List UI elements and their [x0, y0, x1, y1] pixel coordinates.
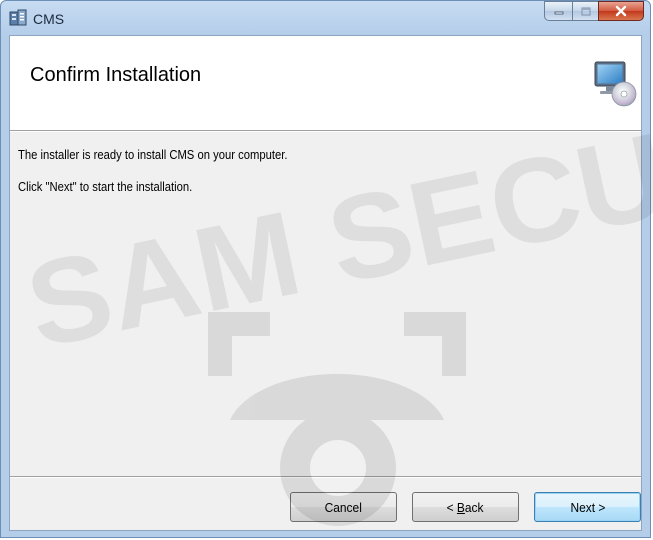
instruction-message: Click "Next" to start the installation.: [18, 180, 193, 194]
dialog-client-area: Confirm Installation The installer is re…: [9, 35, 642, 531]
button-bar: Cancel < Back Next >: [10, 478, 641, 530]
page-title: Confirm Installation: [30, 64, 202, 86]
minimize-icon: [554, 11, 563, 15]
close-button[interactable]: [598, 1, 644, 21]
back-button-label: < Back: [447, 500, 484, 515]
maximize-icon: [581, 7, 590, 15]
window-title: CMS: [33, 11, 65, 27]
next-button[interactable]: Next >: [534, 492, 641, 522]
caption-buttons: [544, 1, 644, 21]
cancel-button[interactable]: Cancel: [290, 492, 397, 522]
minimize-button[interactable]: [544, 1, 572, 21]
installer-app-icon: [9, 9, 27, 26]
content-area: The installer is ready to install CMS on…: [10, 132, 641, 476]
ready-message: The installer is ready to install CMS on…: [18, 148, 288, 162]
installer-window: CMS Confirm Installation The installer i…: [0, 0, 651, 538]
close-icon: [615, 5, 627, 17]
cancel-button-label: Cancel: [324, 499, 363, 515]
next-button-label: Next >: [570, 499, 605, 515]
maximize-button[interactable]: [572, 1, 598, 21]
back-button[interactable]: < Back: [412, 492, 519, 522]
header-banner: Confirm Installation: [10, 36, 641, 130]
computer-cd-icon: [594, 61, 637, 107]
title-bar[interactable]: CMS: [1, 1, 650, 35]
back-rest: ack: [465, 499, 484, 515]
